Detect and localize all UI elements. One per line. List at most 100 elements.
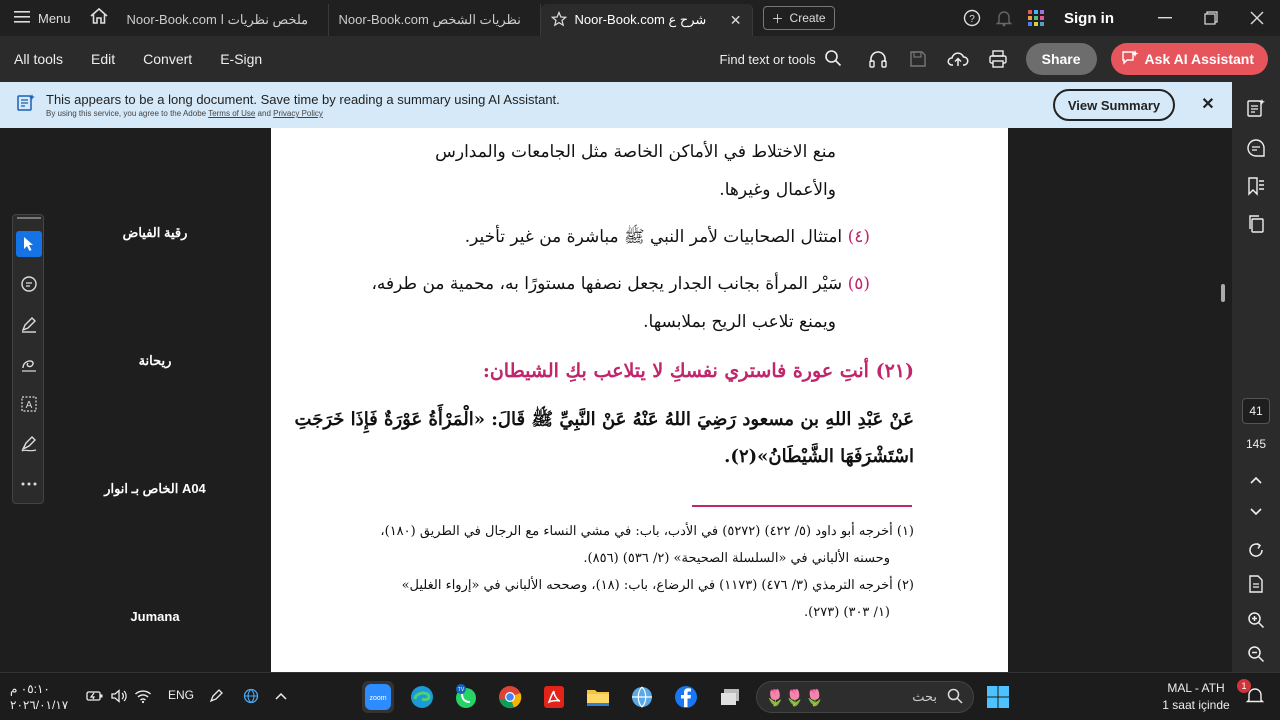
bell-icon[interactable] (988, 0, 1020, 36)
close-tab-icon[interactable]: ✕ (730, 12, 742, 29)
svg-text:TV: TV (458, 687, 465, 693)
footnote-divider (692, 505, 912, 507)
minimize-window-icon[interactable] (1142, 0, 1188, 36)
chrome-icon[interactable] (494, 681, 526, 713)
search-placeholder: بحث (912, 689, 937, 704)
headphones-icon[interactable] (860, 41, 896, 77)
clock-time: ٠٥:١٠ م (10, 682, 50, 696)
search-icon (824, 49, 842, 70)
acrobat-icon[interactable] (538, 681, 570, 713)
share-button[interactable]: Share (1025, 43, 1097, 75)
home-icon (89, 7, 109, 30)
convert-menu[interactable]: Convert (129, 51, 206, 67)
home-button[interactable] (81, 0, 117, 36)
menu-button[interactable]: Menu (0, 0, 81, 36)
hadith-line: عَنْ عَبْدِ اللهِ بن مسعود رَضِيَ اللهُ … (294, 409, 914, 430)
point-number: (٥) (847, 274, 870, 294)
svg-text:A: A (26, 400, 33, 411)
tulips-decoration-icon: 🌷🌷🌷 (765, 690, 825, 707)
wifi-icon[interactable] (132, 685, 154, 707)
tab-3-active[interactable]: Noor-Book.com شرح ع ✕ (540, 4, 753, 36)
banner-message: This appears to be a long document. Save… (46, 92, 560, 107)
volume-icon[interactable] (108, 685, 130, 707)
print-icon[interactable] (980, 41, 1016, 77)
footnote-line: (٢) أخرجه الترمذي (٣/ ٤٧٦) (١١٧٣) في الر… (401, 578, 914, 593)
banner-legal-prefix: By using this service, you agree to the … (46, 109, 207, 118)
ai-document-icon[interactable] (1244, 96, 1268, 120)
footnote-line: وحسنه الألباني في «السلسلة الصحيحة» (٢/ … (583, 551, 890, 566)
plus-icon: ＋ (771, 11, 784, 26)
page-thumbnail-icon[interactable] (1244, 572, 1268, 596)
terms-of-use-link[interactable]: Terms of Use (208, 109, 255, 118)
battery-icon[interactable] (84, 685, 106, 707)
chevron-down-icon[interactable] (1244, 500, 1268, 524)
apps-grid-icon[interactable] (1020, 0, 1052, 36)
highlight-pen-icon[interactable] (16, 311, 42, 337)
sign-in-link[interactable]: Sign in (1064, 10, 1114, 27)
text-box-icon[interactable]: A (16, 391, 42, 417)
bookmark-icon[interactable] (1244, 174, 1268, 198)
zoom-in-icon[interactable] (1244, 608, 1268, 632)
facebook-icon[interactable] (670, 681, 702, 713)
find-tools-button[interactable]: Find text or tools (720, 49, 842, 70)
tab-2[interactable]: Noor-Book.com نظريات الشخص (329, 4, 541, 36)
zoom-app-icon[interactable]: zoom (362, 681, 394, 713)
edit-menu[interactable]: Edit (77, 51, 129, 67)
left-annotation-toolbar: A (12, 214, 44, 504)
ai-summary-banner: This appears to be a long document. Save… (0, 82, 1232, 128)
more-tools-icon[interactable] (16, 471, 42, 497)
e-sign-menu[interactable]: E-Sign (206, 51, 276, 67)
all-tools-menu[interactable]: All tools (0, 51, 77, 67)
participant-name: الخاص بـ انوار A04 (104, 481, 206, 496)
file-explorer-icon[interactable] (582, 681, 614, 713)
rotate-icon[interactable] (1244, 538, 1268, 562)
restore-window-icon[interactable] (1188, 0, 1234, 36)
vertical-scrollbar-thumb[interactable] (1221, 284, 1225, 302)
comment-icon[interactable] (1244, 136, 1268, 160)
tab-1[interactable]: Noor-Book.com ملخص نظريات ا (117, 4, 329, 36)
pen-input-icon[interactable] (206, 685, 228, 707)
input-language[interactable]: ENG (168, 688, 194, 702)
point-text: امتثال الصحابيات لأمر النبي ﷺ مباشرة من … (464, 227, 843, 247)
tab-label: Noor-Book.com ملخص نظريات ا (126, 12, 309, 27)
sign-pen-icon[interactable] (16, 431, 42, 457)
drag-handle[interactable] (17, 217, 41, 219)
privacy-policy-link[interactable]: Privacy Policy (273, 109, 323, 118)
system-clock[interactable]: ٠٥:١٠ م ٢٠٢٦/٠١/١٧ (10, 681, 68, 713)
save-icon[interactable] (900, 41, 936, 77)
point-text: سَيْر المرأة بجانب الجدار يجعل نصفها مست… (371, 274, 843, 294)
create-label: Create (789, 11, 826, 25)
participant-name: Jumana (130, 609, 180, 624)
current-page-input[interactable]: 41 (1242, 398, 1270, 424)
whatsapp-icon[interactable]: TV (450, 681, 482, 713)
copy-pages-icon[interactable] (1244, 212, 1268, 236)
ask-ai-assistant-button[interactable]: Ask AI Assistant (1110, 43, 1268, 75)
hamburger-icon (14, 10, 30, 27)
zoom-out-icon[interactable] (1244, 642, 1268, 666)
footnote-line: (١) أخرجه أبو داود (٥/ ٤٢٢) (٥٢٧٢) في ال… (380, 524, 914, 539)
weather-widget[interactable]: MAL - ATH 1 saat içinde (1160, 680, 1232, 714)
network-globe-icon[interactable] (240, 685, 262, 707)
create-button[interactable]: ＋ Create (762, 6, 835, 30)
close-banner-icon[interactable]: ✕ (1197, 93, 1219, 115)
view-summary-button[interactable]: View Summary (1053, 89, 1175, 121)
star-icon[interactable] (550, 10, 567, 30)
add-comment-icon[interactable] (16, 271, 42, 297)
close-window-icon[interactable] (1234, 0, 1280, 36)
weather-line-1: MAL - ATH (1167, 681, 1225, 695)
browser-tab-bar: Menu Noor-Book.com ملخص نظريات ا Noor-Bo… (0, 0, 1280, 36)
edge-browser-icon[interactable] (406, 681, 438, 713)
draw-freehand-icon[interactable] (16, 351, 42, 377)
network-status-icon[interactable] (626, 681, 658, 713)
clock-date: ٢٠٢٦/٠١/١٧ (10, 698, 69, 712)
chevron-up-icon[interactable] (1244, 468, 1268, 492)
chevron-up-tray-icon[interactable] (270, 685, 292, 707)
window-switcher-icon[interactable] (714, 681, 746, 713)
cloud-upload-icon[interactable] (940, 41, 976, 77)
select-cursor-icon[interactable] (16, 231, 42, 257)
help-icon[interactable]: ? (956, 0, 988, 36)
weather-line-2: 1 saat içinde (1162, 698, 1230, 712)
right-tool-rail (1232, 82, 1280, 672)
taskbar-search-input[interactable]: 🌷🌷🌷 بحث (756, 681, 974, 713)
windows-start-icon[interactable] (982, 681, 1014, 713)
